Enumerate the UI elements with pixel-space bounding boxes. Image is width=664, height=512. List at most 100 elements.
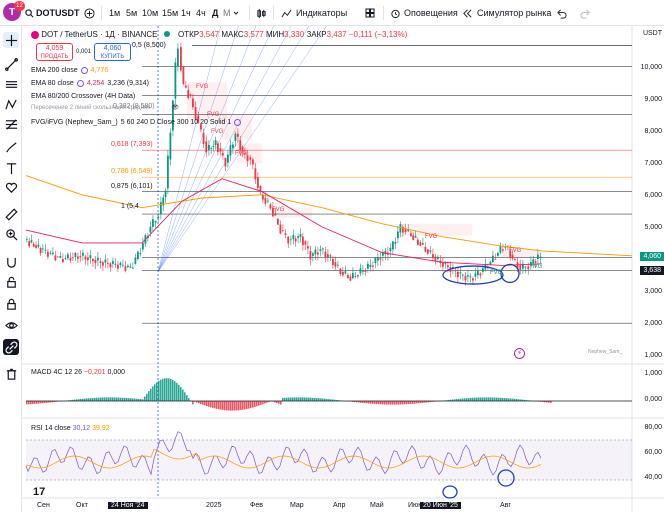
replay-icon[interactable] <box>462 0 473 26</box>
candle-body <box>492 255 494 263</box>
trend-line-icon[interactable] <box>3 56 19 72</box>
brush-icon[interactable] <box>3 139 19 155</box>
redo-icon[interactable] <box>580 0 591 26</box>
interval-month[interactable]: М <box>223 0 231 26</box>
candle-body <box>527 266 530 270</box>
candle-body <box>432 254 434 259</box>
macd-bar <box>152 386 154 401</box>
link-icon[interactable] <box>3 339 19 355</box>
lock-icon[interactable] <box>3 296 19 312</box>
settings-dot-icon[interactable] <box>76 80 84 87</box>
macd-bar <box>154 384 156 401</box>
horizontal-lines-icon[interactable] <box>3 76 19 92</box>
candle-body <box>397 231 399 239</box>
interval-5m[interactable]: 5м <box>126 0 137 26</box>
symbol-search-button[interactable]: DOTUSDT <box>36 0 80 26</box>
interval-10m[interactable]: 10м <box>142 0 158 26</box>
heart-icon[interactable] <box>3 179 19 195</box>
macd-bar <box>106 397 108 401</box>
candle-body <box>32 243 35 247</box>
ruler-icon[interactable] <box>3 206 19 222</box>
macd-bar <box>176 382 178 401</box>
legend-ema200[interactable]: EMA 200 close 4,776 <box>31 67 108 74</box>
chevron-down-icon[interactable] <box>233 0 239 26</box>
candles-icon[interactable] <box>256 0 267 26</box>
candle-body <box>279 224 282 234</box>
text-icon[interactable] <box>3 160 19 176</box>
drawing-toolbar <box>0 26 22 512</box>
candle-body <box>504 247 507 249</box>
spread-value: 0,001 <box>76 49 92 55</box>
undo-icon[interactable] <box>556 0 567 26</box>
macd-bar <box>484 397 486 401</box>
zoom-in-icon[interactable] <box>3 226 19 242</box>
macd-bar <box>184 392 186 401</box>
macd-legend[interactable]: MACD 4C 12 26 −0,201 0,000 <box>31 369 125 376</box>
macd-bar <box>36 401 38 404</box>
crosshair-icon[interactable] <box>3 32 19 48</box>
legend-crossover[interactable]: EMA 80/200 Crossover (4H Data) <box>31 93 135 100</box>
interval-1d[interactable]: Д <box>212 0 218 26</box>
candle-body <box>54 255 57 261</box>
macd-bar <box>278 401 280 404</box>
trash-icon[interactable] <box>3 366 19 382</box>
interval-1m[interactable]: 1м <box>109 0 120 26</box>
templates-icon[interactable] <box>365 0 375 26</box>
macd-bar <box>210 401 212 408</box>
settings-dot-icon[interactable] <box>234 119 242 126</box>
interval-1h[interactable]: 1ч <box>181 0 191 26</box>
rsi-legend[interactable]: RSI 14 close 30,12 39,92 <box>31 425 110 432</box>
macd-bar <box>96 397 98 401</box>
candle-body <box>352 272 354 279</box>
macd-bar <box>148 391 150 401</box>
search-icon[interactable] <box>25 0 34 26</box>
lightning-icon[interactable]: ⚡ <box>514 348 525 359</box>
macd-bar <box>372 401 374 404</box>
interval-15m[interactable]: 15м <box>162 0 178 26</box>
sell-button[interactable]: 4,059 ПРОДАТЬ <box>36 43 73 61</box>
buy-button[interactable]: 4,060 КУПИТЬ <box>94 43 131 61</box>
magnet-icon[interactable] <box>3 254 19 270</box>
fib-icon[interactable] <box>3 116 19 132</box>
alarm-clock-icon[interactable] <box>390 0 401 26</box>
candle-body <box>377 257 379 261</box>
candle-body <box>357 275 359 277</box>
alerts-button[interactable]: Оповещения <box>404 0 458 26</box>
lock-drawings-icon[interactable] <box>3 274 19 290</box>
settings-dot-icon[interactable] <box>80 67 88 74</box>
date-label: Авг <box>500 502 511 509</box>
indicators-button[interactable]: Индикаторы <box>296 0 347 26</box>
candle-body <box>149 226 152 233</box>
legend-fvg[interactable]: FVG/iFVG (Nephew_Sam_) 5 60 240 D Close … <box>31 119 242 126</box>
macd-bar <box>144 396 146 401</box>
legend-ema80[interactable]: EMA 80 close 4,254 3,236 (9,314) <box>31 80 149 87</box>
macd-bar <box>156 382 158 401</box>
macd-bar <box>200 401 202 405</box>
candle-body <box>417 239 419 245</box>
macd-bar <box>304 397 306 401</box>
macd-bar <box>394 401 396 405</box>
macd-bar <box>164 378 166 401</box>
add-symbol-icon[interactable] <box>84 0 95 26</box>
interval-4h[interactable]: 4ч <box>196 0 206 26</box>
candle-body <box>277 218 279 225</box>
candle-body <box>329 255 332 257</box>
macd-bar <box>490 397 492 401</box>
macd-bar <box>388 401 390 405</box>
macd-bar <box>104 397 106 401</box>
macd-bar <box>406 401 408 405</box>
eye-icon[interactable]: 👁 <box>171 104 179 111</box>
price-tick: 2,000 <box>644 320 662 327</box>
candle-body <box>169 132 172 160</box>
candle-body <box>294 238 297 242</box>
macd-bar <box>202 401 204 405</box>
ema200-name: EMA 200 close <box>31 67 78 74</box>
candle-body <box>399 223 402 233</box>
eye-icon[interactable] <box>3 317 19 333</box>
macd-bar <box>308 397 310 401</box>
indicators-icon[interactable] <box>281 0 292 26</box>
candle-body <box>437 256 439 259</box>
macd-bar <box>108 397 110 401</box>
replay-button[interactable]: Симулятор рынка <box>477 0 551 26</box>
pattern-icon[interactable] <box>3 96 19 112</box>
